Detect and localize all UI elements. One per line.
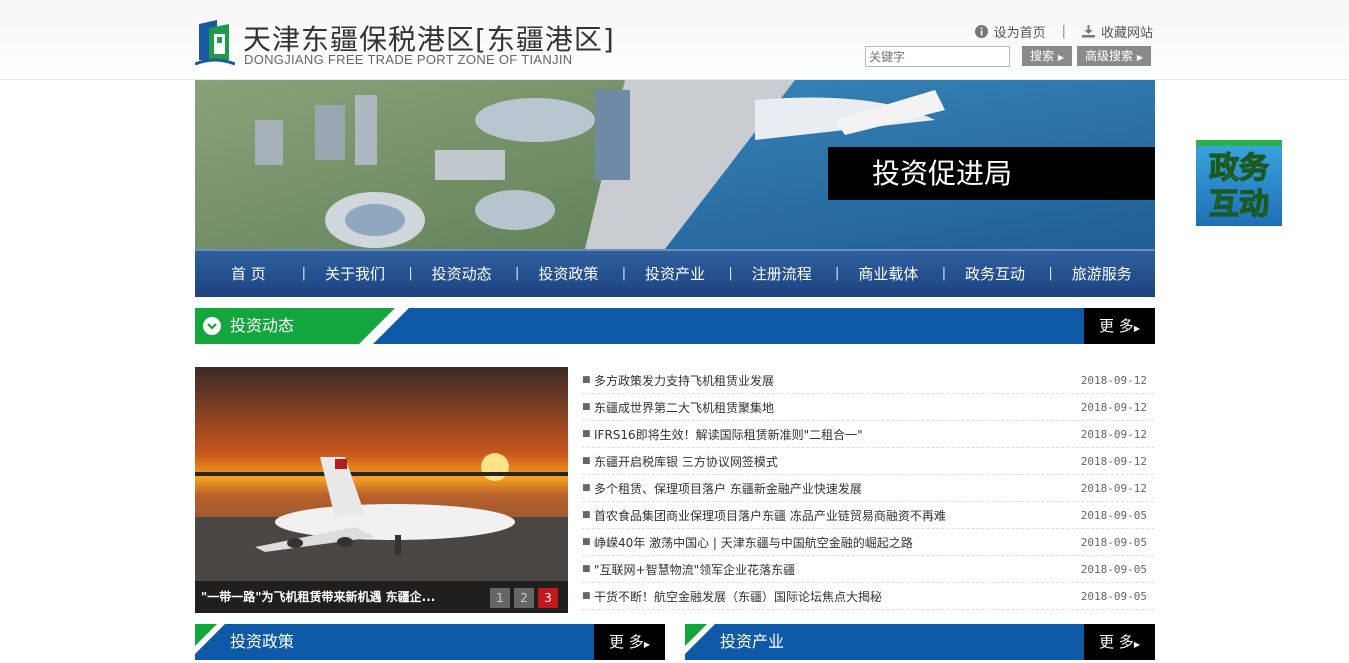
list-item[interactable]: ■ 东疆成世界第二大飞机租赁聚集地 2018-09-12	[582, 394, 1154, 421]
main-nav: 首 页 关于我们 投资动态 投资政策 投资产业 注册流程 商业载体 政务互动 旅…	[195, 249, 1155, 297]
news-title[interactable]: 东疆开启税库银 三方协议网签模式	[594, 453, 1081, 470]
news-date: 2018-09-05	[1080, 562, 1147, 576]
news-date: 2018-09-05	[1080, 535, 1147, 549]
more-label: 更 多	[609, 633, 644, 651]
more-label: 更 多	[1099, 633, 1134, 651]
list-item[interactable]: ■ 东疆开启税库银 三方协议网签模式 2018-09-12	[582, 448, 1154, 475]
site-logo[interactable]: 天津东疆保税港区[东疆港区] DONGJIANG FREE TRADE PORT…	[195, 18, 635, 68]
arrow-right-icon: ▶	[1057, 53, 1064, 62]
section-header-investment-policy: 投资政策 更 多▶	[195, 624, 665, 660]
section-header-investment-industry: 投资产业 更 多▶	[685, 624, 1155, 660]
news-date: 2018-09-12	[1080, 373, 1147, 387]
news-title[interactable]: 首农食品集团商业保理项目落户东疆 冻品产业链贸易商融资不再难	[594, 507, 1081, 524]
list-item[interactable]: ■ "互联网+智慧物流"领军企业花落东疆 2018-09-05	[582, 556, 1154, 583]
news-title[interactable]: 东疆成世界第二大飞机租赁聚集地	[594, 399, 1081, 416]
site-header: 天津东疆保税港区[东疆港区] DONGJIANG FREE TRADE PORT…	[0, 0, 1349, 80]
list-item[interactable]: ■ 干货不断！航空金融发展（东疆）国际论坛焦点大揭秘 2018-09-05	[582, 583, 1154, 610]
chevron-down-circle-icon	[203, 317, 221, 335]
list-item[interactable]: ■ IFRS16即将生效！解读国际租赁新准则"二租合一" 2018-09-12	[582, 421, 1154, 448]
gov-interaction-float-ad[interactable]: 政务 互动	[1196, 140, 1282, 226]
bullet-icon: ■	[582, 429, 591, 439]
banner-label: 投资促进局	[828, 147, 1155, 200]
news-date: 2018-09-12	[1080, 427, 1147, 441]
download-icon	[1081, 25, 1095, 38]
airplane-sunset-photo	[195, 367, 568, 613]
news-title[interactable]: 多方政策发力支持飞机租赁业发展	[594, 372, 1081, 389]
nav-commercial-carrier[interactable]: 商业载体	[835, 251, 942, 297]
list-item[interactable]: ■ 首农食品集团商业保理项目落户东疆 冻品产业链贸易商融资不再难 2018-09-0…	[582, 502, 1154, 529]
section-green-stripe	[195, 624, 225, 654]
bullet-icon: ■	[582, 483, 591, 493]
float-ad-line1: 政务	[1209, 151, 1269, 186]
news-date: 2018-09-12	[1080, 454, 1147, 468]
list-item[interactable]: ■ 多方政策发力支持飞机租赁业发展 2018-09-12	[582, 367, 1154, 394]
list-item[interactable]: ■ 多个租赁、保理项目落户 东疆新金融产业快速发展 2018-09-12	[582, 475, 1154, 502]
bullet-icon: ■	[582, 402, 591, 412]
news-date: 2018-09-12	[1080, 481, 1147, 495]
nav-investment-industry[interactable]: 投资产业	[622, 251, 729, 297]
carousel-page-2[interactable]: 2	[514, 588, 534, 608]
news-title[interactable]: 多个租赁、保理项目落户 东疆新金融产业快速发展	[594, 480, 1081, 497]
logo-english-title: DONGJIANG FREE TRADE PORT ZONE OF TIANJI…	[244, 52, 573, 67]
gov-interaction-badge-icon: 政务 互动	[1196, 140, 1282, 226]
search-button-label: 搜索	[1030, 49, 1055, 63]
advanced-search-label: 高级搜索	[1085, 49, 1134, 63]
section-green-stripe	[685, 624, 715, 654]
section-green-tab	[195, 308, 409, 344]
bullet-icon: ■	[582, 456, 591, 466]
news-list: ■ 多方政策发力支持飞机租赁业发展 2018-09-12 ■ 东疆成世界第二大飞机租赁…	[582, 367, 1154, 610]
top-links-separator: |	[1061, 24, 1066, 39]
news-title[interactable]: "互联网+智慧物流"领军企业花落东疆	[594, 561, 1081, 578]
news-date: 2018-09-12	[1080, 400, 1147, 414]
more-label: 更 多	[1099, 317, 1134, 335]
news-title[interactable]: 峥嵘40年 激荡中国心 | 天津东疆与中国航空金融的崛起之路	[594, 534, 1081, 551]
top-banner: 投资促进局	[195, 80, 1155, 249]
caret-right-icon: ▶	[643, 640, 650, 649]
list-item[interactable]: ■ 峥嵘40年 激荡中国心 | 天津东疆与中国航空金融的崛起之路 2018-09-0…	[582, 529, 1154, 556]
bullet-icon: ■	[582, 510, 591, 520]
carousel-page-1[interactable]: 1	[490, 588, 510, 608]
nav-tourism[interactable]: 旅游服务	[1048, 251, 1155, 297]
nav-about[interactable]: 关于我们	[302, 251, 409, 297]
search-box: 搜索 ▶ 高级搜索 ▶	[865, 46, 1151, 67]
bullet-icon: ■	[582, 591, 591, 601]
news-title[interactable]: 干货不断！航空金融发展（东疆）国际论坛焦点大揭秘	[594, 588, 1081, 605]
search-button[interactable]: 搜索 ▶	[1022, 46, 1072, 66]
section-title: 投资动态	[230, 316, 295, 335]
nav-investment-news[interactable]: 投资动态	[408, 251, 515, 297]
set-homepage-link[interactable]: 设为首页	[994, 22, 1046, 41]
arrow-right-icon: ▶	[1136, 53, 1143, 62]
search-input[interactable]	[865, 46, 1010, 67]
logo-emblem-icon	[195, 20, 235, 66]
bookmark-link[interactable]: 收藏网站	[1101, 22, 1153, 41]
bullet-icon: ■	[582, 564, 591, 574]
more-button[interactable]: 更 多▶	[594, 624, 665, 660]
info-icon	[974, 25, 988, 38]
carousel-pagination: 1 2 3	[486, 588, 558, 608]
top-links: 设为首页 | 收藏网站	[974, 22, 1153, 41]
news-date: 2018-09-05	[1080, 589, 1147, 603]
carousel-page-3[interactable]: 3	[538, 588, 558, 608]
advanced-search-button[interactable]: 高级搜索 ▶	[1077, 46, 1151, 66]
caret-right-icon: ▶	[1133, 640, 1140, 649]
news-carousel[interactable]: "一带一路"为飞机租赁带来新机遇 东疆企... 1 2 3	[195, 367, 568, 613]
more-button[interactable]: 更 多▶	[1084, 308, 1155, 344]
section-header-investment-news: 投资动态 更 多▶	[195, 308, 1155, 344]
nav-investment-policy[interactable]: 投资政策	[515, 251, 622, 297]
more-button[interactable]: 更 多▶	[1084, 624, 1155, 660]
news-title[interactable]: IFRS16即将生效！解读国际租赁新准则"二租合一"	[594, 426, 1081, 443]
nav-gov-interaction[interactable]: 政务互动	[942, 251, 1049, 297]
nav-home[interactable]: 首 页	[195, 251, 302, 297]
section-title: 投资政策	[230, 632, 295, 651]
float-ad-line2: 互动	[1209, 187, 1269, 222]
section-title: 投资产业	[720, 632, 785, 651]
bullet-icon: ■	[582, 375, 591, 385]
nav-registration[interactable]: 注册流程	[728, 251, 835, 297]
news-date: 2018-09-05	[1080, 508, 1147, 522]
caret-right-icon: ▶	[1133, 324, 1140, 333]
bullet-icon: ■	[582, 537, 591, 547]
